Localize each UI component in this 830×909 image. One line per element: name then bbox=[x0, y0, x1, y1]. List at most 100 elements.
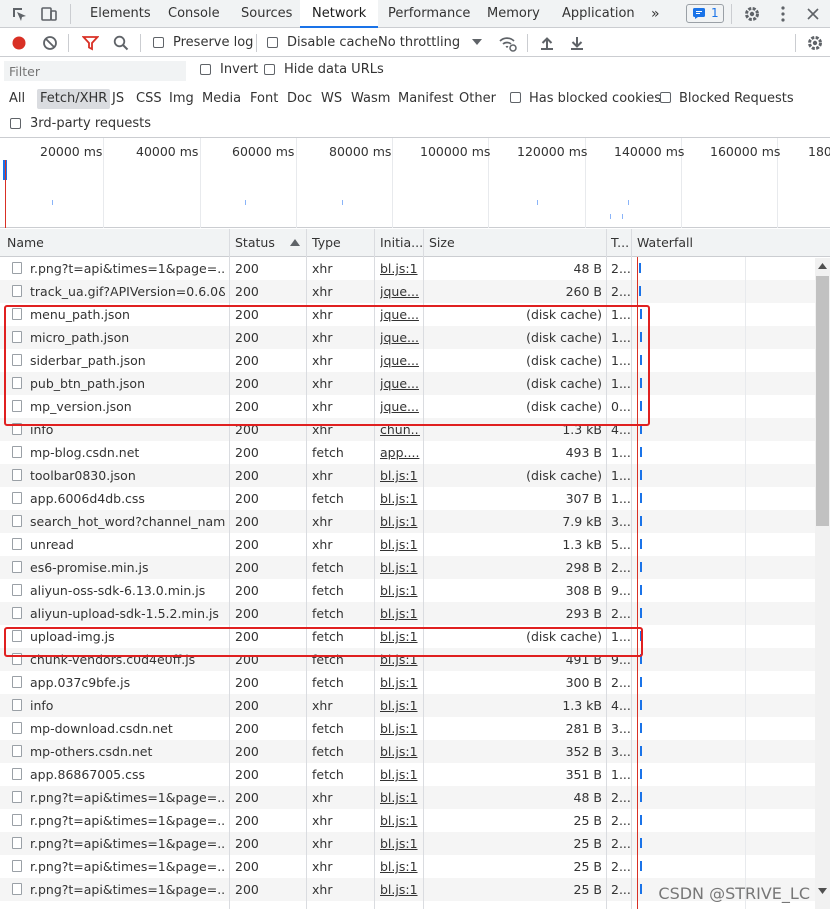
network-overview[interactable]: 20000 ms 40000 ms 60000 ms 80000 ms 1000… bbox=[0, 138, 830, 228]
hide-data-urls-checkbox[interactable] bbox=[264, 64, 275, 75]
type-js[interactable]: JS bbox=[109, 89, 127, 109]
type-wasm[interactable]: Wasm bbox=[348, 89, 393, 109]
scroll-up-icon[interactable] bbox=[818, 263, 827, 270]
tab-performance[interactable]: Performance bbox=[388, 0, 470, 28]
request-initiator[interactable]: bl.js:1 bbox=[380, 694, 420, 717]
chevron-down-icon[interactable] bbox=[472, 39, 482, 47]
request-initiator[interactable]: bl.js:1 bbox=[380, 855, 420, 878]
table-row[interactable]: r.png?t=api&times=1&page=... 200 xhr bl.js:… bbox=[0, 809, 815, 832]
type-fetch-xhr[interactable]: Fetch/XHR bbox=[37, 89, 111, 109]
type-font[interactable]: Font bbox=[247, 89, 281, 109]
network-settings-gear-icon[interactable] bbox=[806, 34, 824, 52]
request-initiator[interactable]: bl.js:1 bbox=[380, 579, 420, 602]
type-manifest[interactable]: Manifest bbox=[395, 89, 456, 109]
type-img[interactable]: Img bbox=[166, 89, 197, 109]
column-type[interactable]: Type bbox=[307, 229, 375, 257]
table-row[interactable]: search_hot_word?channel_nam... 200 xhr bl.j… bbox=[0, 510, 815, 533]
request-status: 200 bbox=[235, 583, 259, 598]
type-all[interactable]: All bbox=[6, 89, 28, 109]
tab-memory[interactable]: Memory bbox=[487, 0, 540, 28]
inspect-element-icon[interactable] bbox=[10, 5, 28, 23]
network-conditions-icon[interactable] bbox=[498, 34, 518, 52]
table-row[interactable]: app.86867005.css 200 fetch bl.js:1 351 B 1... bbox=[0, 763, 815, 786]
column-time[interactable]: T... bbox=[607, 229, 632, 257]
table-row[interactable]: r.png?t=api&times=1&page=... 200 xhr bl.js:… bbox=[0, 832, 815, 855]
column-waterfall[interactable]: Waterfall bbox=[632, 229, 830, 257]
request-initiator[interactable]: bl.js:1 bbox=[380, 602, 420, 625]
settings-gear-icon[interactable] bbox=[743, 5, 761, 23]
close-devtools-icon[interactable] bbox=[806, 7, 820, 21]
search-icon[interactable] bbox=[113, 35, 129, 51]
table-row[interactable]: r.png?t=api&times=1&page=... 200 xhr bl.js:… bbox=[0, 786, 815, 809]
tab-network[interactable]: Network bbox=[300, 0, 379, 28]
request-initiator[interactable]: bl.js:1 bbox=[380, 717, 420, 740]
type-other[interactable]: Other bbox=[456, 89, 499, 109]
request-initiator[interactable]: bl.js:1 bbox=[380, 786, 420, 809]
request-name: app.86867005.css bbox=[30, 767, 145, 782]
request-initiator[interactable]: bl.js:1 bbox=[380, 809, 420, 832]
request-initiator[interactable]: bl.js:1 bbox=[380, 257, 420, 280]
request-type: xhr bbox=[312, 882, 333, 897]
table-row[interactable]: mp-download.csdn.net 200 fetch bl.js:1 281 B… bbox=[0, 717, 815, 740]
disable-cache-checkbox[interactable] bbox=[267, 37, 278, 48]
table-row[interactable]: es6-promise.min.js 200 fetch bl.js:1 298 B 2.… bbox=[0, 556, 815, 579]
table-row[interactable]: mp-others.csdn.net 200 fetch bl.js:1 352 B 3.… bbox=[0, 740, 815, 763]
request-initiator[interactable]: bl.js:1 bbox=[380, 464, 420, 487]
third-party-checkbox[interactable] bbox=[10, 118, 21, 129]
issues-badge[interactable]: 1 bbox=[686, 4, 724, 23]
scroll-down-icon[interactable] bbox=[818, 888, 827, 895]
request-initiator[interactable]: bl.js:1 bbox=[380, 487, 420, 510]
table-row[interactable]: app.6006d4db.css 200 fetch bl.js:1 307 B 1... bbox=[0, 487, 815, 510]
table-row[interactable]: app.037c9bfe.js 200 fetch bl.js:1 300 B 2... bbox=[0, 671, 815, 694]
column-name[interactable]: Name bbox=[0, 229, 230, 257]
request-initiator[interactable]: jque... bbox=[380, 280, 420, 303]
filter-icon[interactable] bbox=[82, 35, 99, 51]
type-doc[interactable]: Doc bbox=[284, 89, 315, 109]
table-row[interactable]: r.png?t=api&times=1&page=... 200 xhr bl.js:… bbox=[0, 855, 815, 878]
table-row[interactable]: aliyun-oss-sdk-6.13.0.min.js 200 fetch bl.j… bbox=[0, 579, 815, 602]
record-icon[interactable] bbox=[11, 35, 27, 51]
type-media[interactable]: Media bbox=[199, 89, 244, 109]
waterfall-bar bbox=[640, 677, 642, 687]
filter-input[interactable] bbox=[4, 61, 186, 81]
blocked-cookies-checkbox[interactable] bbox=[510, 92, 521, 103]
import-har-icon[interactable] bbox=[540, 35, 554, 51]
request-initiator[interactable]: bl.js:1 bbox=[380, 878, 420, 901]
request-initiator[interactable]: bl.js:1 bbox=[380, 671, 420, 694]
table-row[interactable]: info 200 xhr bl.js:1 1.3 kB 4... bbox=[0, 694, 815, 717]
type-css[interactable]: CSS bbox=[133, 89, 165, 109]
more-options-icon[interactable] bbox=[778, 5, 788, 23]
request-initiator[interactable]: bl.js:1 bbox=[380, 533, 420, 556]
request-status: 200 bbox=[235, 882, 259, 897]
invert-checkbox[interactable] bbox=[200, 64, 211, 75]
column-initiator[interactable]: Initia... bbox=[375, 229, 424, 257]
device-toolbar-icon[interactable] bbox=[40, 5, 58, 23]
tab-console[interactable]: Console bbox=[168, 0, 220, 28]
more-tabs-button[interactable]: » bbox=[651, 0, 660, 28]
table-row[interactable]: unread 200 xhr bl.js:1 1.3 kB 5... bbox=[0, 533, 815, 556]
table-row[interactable]: r.png?t=api&times=1&page=... 200 xhr bl.js:… bbox=[0, 257, 815, 280]
request-initiator[interactable]: bl.js:1 bbox=[380, 740, 420, 763]
scrollbar-thumb[interactable] bbox=[816, 276, 829, 526]
throttling-select[interactable]: No throttling bbox=[378, 35, 460, 50]
request-initiator[interactable]: bl.js:1 bbox=[380, 510, 420, 533]
request-initiator[interactable]: app.... bbox=[380, 441, 420, 464]
tab-elements[interactable]: Elements bbox=[90, 0, 151, 28]
table-row[interactable]: mp-blog.csdn.net 200 fetch app.... 493 B 1... bbox=[0, 441, 815, 464]
tab-application[interactable]: Application bbox=[562, 0, 635, 28]
request-initiator[interactable]: bl.js:1 bbox=[380, 832, 420, 855]
export-har-icon[interactable] bbox=[570, 35, 584, 51]
request-initiator[interactable]: bl.js:1 bbox=[380, 763, 420, 786]
document-icon bbox=[12, 561, 22, 573]
table-row[interactable]: aliyun-upload-sdk-1.5.2.min.js 200 fetch bl… bbox=[0, 602, 815, 625]
preserve-log-checkbox[interactable] bbox=[153, 37, 164, 48]
column-size[interactable]: Size bbox=[424, 229, 607, 257]
table-row[interactable]: toolbar0830.json 200 xhr bl.js:1 (disk cache… bbox=[0, 464, 815, 487]
tab-sources[interactable]: Sources bbox=[241, 0, 292, 28]
blocked-requests-checkbox[interactable] bbox=[660, 92, 671, 103]
request-time: 2... bbox=[611, 261, 631, 276]
clear-icon[interactable] bbox=[42, 35, 58, 51]
table-row[interactable]: track_ua.gif?APIVersion=0.6.0&... 200 xhr j… bbox=[0, 280, 815, 303]
type-ws[interactable]: WS bbox=[318, 89, 345, 109]
request-initiator[interactable]: bl.js:1 bbox=[380, 556, 420, 579]
